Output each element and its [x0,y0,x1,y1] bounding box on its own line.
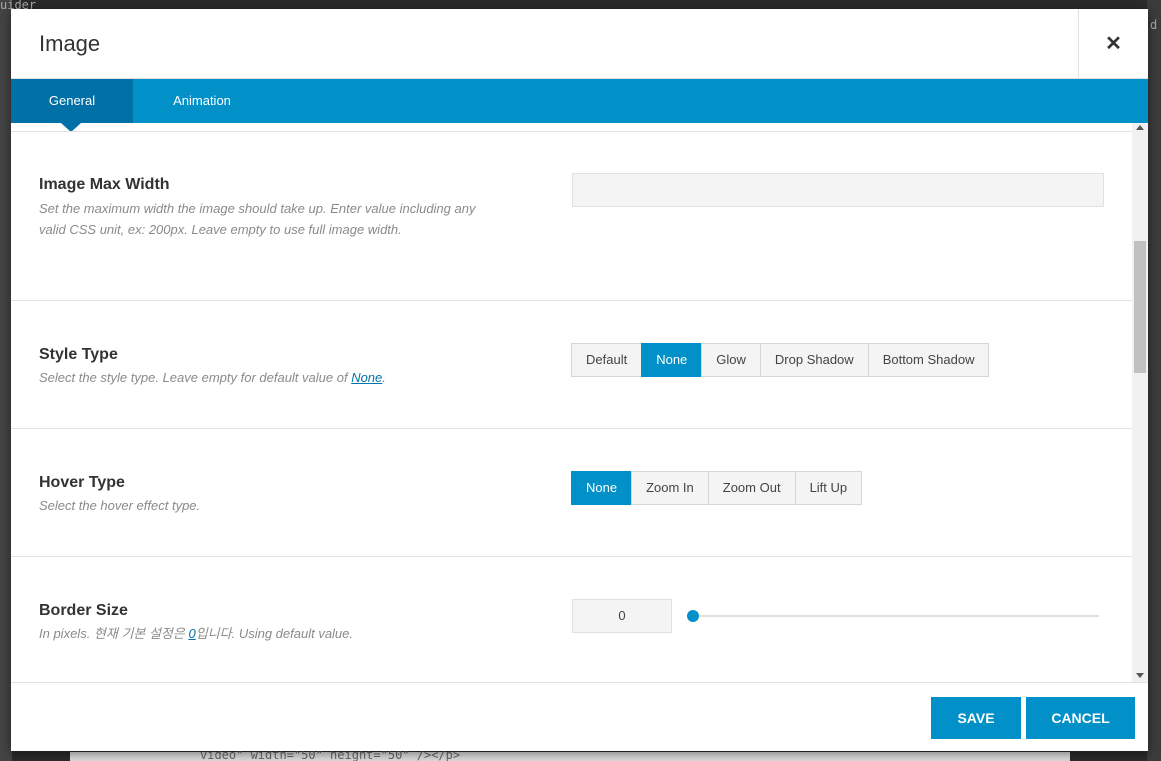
setting-description: Select the style type. Leave empty for d… [39,367,479,388]
modal-footer: SAVE CANCEL [11,682,1148,751]
default-value-link[interactable]: None [351,370,382,385]
description-text: 입니다. Using default value. [195,626,354,641]
close-button[interactable]: ✕ [1078,9,1148,79]
setting-label: Hover Type [39,474,125,491]
setting-description: Set the maximum width the image should t… [39,201,476,237]
style-type-button-group: Default None Glow Drop Shadow Bottom Sha… [571,343,990,377]
background-right-strip [1147,0,1161,761]
border-size-input[interactable]: 0 [572,599,672,633]
tab-animation[interactable]: Animation [133,79,271,123]
style-option-drop-shadow[interactable]: Drop Shadow [759,343,869,377]
tab-bar: General Animation [11,79,1148,132]
hover-type-button-group: None Zoom In Zoom Out Lift Up [571,471,863,505]
setting-description: Select the hover effect type. [39,498,201,513]
modal-header: Image ✕ [11,9,1148,79]
border-size-slider-handle[interactable] [687,610,699,622]
setting-label: Image Max Width [39,176,170,193]
image-max-width-input[interactable] [572,173,1104,207]
setting-description: In pixels. 현재 기본 설정은 0입니다. Using default… [39,623,479,644]
close-icon: ✕ [1105,33,1122,55]
description-text: . [382,370,386,385]
style-option-bottom-shadow[interactable]: Bottom Shadow [867,343,990,377]
scroll-down-arrow-icon[interactable] [1136,673,1144,678]
modal-title: Image [39,31,101,56]
hover-option-zoom-out[interactable]: Zoom Out [707,471,796,505]
tab-general[interactable]: General [11,79,133,123]
hover-option-none[interactable]: None [571,471,633,505]
hover-option-lift-up[interactable]: Lift Up [794,471,863,505]
setting-hover-type: Hover Type Select the hover effect type.… [11,429,1132,557]
setting-image-max-width: Image Max Width Set the maximum width th… [11,132,1132,301]
vertical-scrollbar[interactable] [1132,123,1148,682]
scrollbar-thumb[interactable] [1134,241,1146,373]
description-text: Select the style type. Leave empty for d… [39,370,352,385]
background-text-fragment: d [1150,18,1158,32]
setting-label: Style Type [39,346,118,363]
default-value-link[interactable]: 0 [188,626,195,641]
save-button[interactable]: SAVE [931,697,1021,739]
setting-label: Border Size [39,602,128,619]
image-settings-modal: Image ✕ General Animation Image Max Widt… [11,9,1148,751]
setting-style-type: Style Type Select the style type. Leave … [11,301,1132,429]
border-size-slider-track[interactable] [693,615,1099,617]
cancel-button[interactable]: CANCEL [1026,697,1135,739]
style-option-default[interactable]: Default [571,343,643,377]
background-bottom-strip: video" width="50" height="50" /></p> [70,748,1070,761]
setting-border-size: Border Size In pixels. 현재 기본 설정은 0입니다. U… [11,557,1132,682]
style-option-glow[interactable]: Glow [701,343,761,377]
style-option-none[interactable]: None [641,343,703,377]
description-text: In pixels. 현재 기본 설정은 [39,626,189,641]
scroll-up-arrow-icon[interactable] [1136,125,1144,130]
hover-option-zoom-in[interactable]: Zoom In [631,471,709,505]
settings-panel: Image Max Width Set the maximum width th… [11,131,1132,682]
